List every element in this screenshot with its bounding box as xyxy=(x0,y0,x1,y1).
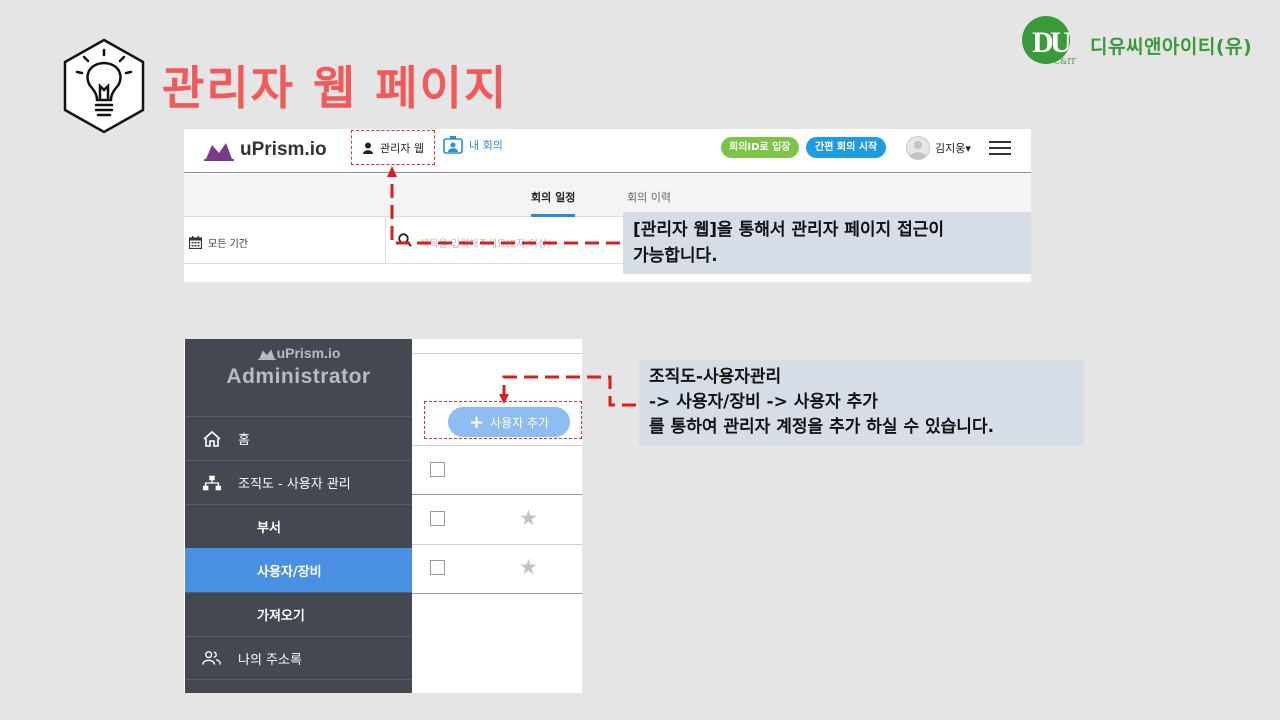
add-user-label: 사용자 추가 xyxy=(490,415,550,430)
admin-brand: uPrism.io Administrator xyxy=(185,345,412,389)
callout-add-user: 조직도-사용자관리 -> 사용자/장비 -> 사용자 추가 를 통하여 관리자 … xyxy=(639,360,1084,446)
admin-sidebar: uPrism.io Administrator 홈 조직도 - 사용자 관리 부… xyxy=(185,339,412,693)
svg-text:U: U xyxy=(1050,26,1072,59)
sidebar-item-users-devices[interactable]: 사용자/장비 xyxy=(185,548,412,592)
sidebar-item-import[interactable]: 가져오기 xyxy=(185,592,412,636)
brand-logo[interactable]: uPrism.io xyxy=(204,135,327,165)
org-chart-icon xyxy=(202,473,222,493)
my-meeting-link[interactable]: 내 회의 xyxy=(443,136,503,154)
divider xyxy=(412,494,582,495)
admin-content: + 사용자 추가 ★ ★ xyxy=(412,339,582,693)
divider xyxy=(385,218,386,264)
uprism-crown-icon xyxy=(257,348,276,360)
search-icon xyxy=(398,233,412,247)
divider xyxy=(412,445,582,446)
admin-brand-big: Administrator xyxy=(226,365,371,388)
star-icon[interactable]: ★ xyxy=(519,557,538,578)
sidebar-item-label: 나의 주소록 xyxy=(238,652,302,668)
sidebar-item-department[interactable]: 부서 xyxy=(185,504,412,548)
calendar-icon xyxy=(189,236,202,249)
screenshot-admin-page: uPrism.io Administrator 홈 조직도 - 사용자 관리 부… xyxy=(184,339,582,693)
add-user-button[interactable]: + 사용자 추가 xyxy=(448,407,570,437)
search-input[interactable]: 제목을 입력해주세요(2자 이상) xyxy=(420,235,551,250)
period-filter[interactable]: 모든 기간 xyxy=(189,235,248,250)
callout-admin-web: [관리자 웹]을 통해서 관리자 페이지 접근이 가능합니다. xyxy=(623,212,1031,274)
my-meeting-label: 내 회의 xyxy=(469,139,503,152)
admin-brand-small: uPrism.io xyxy=(276,345,341,361)
sidebar-item-org-users[interactable]: 조직도 - 사용자 관리 xyxy=(185,460,412,504)
row-checkbox[interactable] xyxy=(430,560,445,575)
user-name: 김지웅▾ xyxy=(935,142,971,155)
plus-icon: + xyxy=(468,411,485,433)
top-bar: uPrism.io 관리자 웹 내 회의 회의ID로 입장 간편 회의 시작 김… xyxy=(184,129,1031,173)
brand-name: uPrism.io xyxy=(240,139,327,160)
select-all-checkbox[interactable] xyxy=(430,462,445,477)
callout-line: -> 사용자/장비 -> 사용자 추가 xyxy=(649,392,878,412)
period-label: 모든 기간 xyxy=(208,239,248,250)
hamburger-menu-icon[interactable] xyxy=(989,141,1011,155)
callout-line: 조직도-사용자관리 xyxy=(649,367,782,387)
tab-meeting-schedule[interactable]: 회의 일정 xyxy=(531,189,575,205)
company-sub: C&IT xyxy=(1054,57,1076,66)
sidebar-item-home[interactable]: 홈 xyxy=(185,416,412,460)
person-icon xyxy=(363,142,373,154)
divider xyxy=(412,353,582,354)
active-tab-indicator xyxy=(531,214,575,217)
sidebar-item-label: 홈 xyxy=(238,433,250,448)
company-name: 디유씨앤아이티(유) xyxy=(1090,36,1253,58)
row-checkbox[interactable] xyxy=(430,511,445,526)
join-by-id-button[interactable]: 회의ID로 입장 xyxy=(721,137,799,158)
avatar xyxy=(906,136,930,160)
quick-start-button[interactable]: 간편 회의 시작 xyxy=(806,137,887,158)
home-icon xyxy=(202,429,222,449)
divider xyxy=(412,544,582,545)
callout-line: 를 통하여 관리자 계정을 추가 하실 수 있습니다. xyxy=(649,417,995,437)
meeting-badge-icon xyxy=(443,136,463,154)
page-title: 관리자 웹 페이지 xyxy=(162,61,509,115)
callout-line: 가능합니다. xyxy=(633,246,718,266)
lightbulb-hexagon-icon xyxy=(63,38,145,134)
admin-web-label: 관리자 웹 xyxy=(380,141,424,155)
uprism-crown-icon xyxy=(204,143,234,161)
sidebar-item-my-contacts[interactable]: 나의 주소록 xyxy=(185,636,412,680)
user-menu[interactable]: 김지웅▾ xyxy=(906,136,971,160)
people-icon xyxy=(202,648,222,668)
divider xyxy=(412,593,582,594)
admin-web-link[interactable]: 관리자 웹 xyxy=(351,130,435,165)
callout-line: [관리자 웹]을 통해서 관리자 페이지 접근이 xyxy=(633,220,945,240)
tab-bar: 회의 일정 회의 이력 xyxy=(184,174,1031,217)
sidebar-item-label: 조직도 - 사용자 관리 xyxy=(238,477,351,492)
tab-meeting-history[interactable]: 회의 이력 xyxy=(627,189,671,205)
star-icon[interactable]: ★ xyxy=(519,508,538,529)
